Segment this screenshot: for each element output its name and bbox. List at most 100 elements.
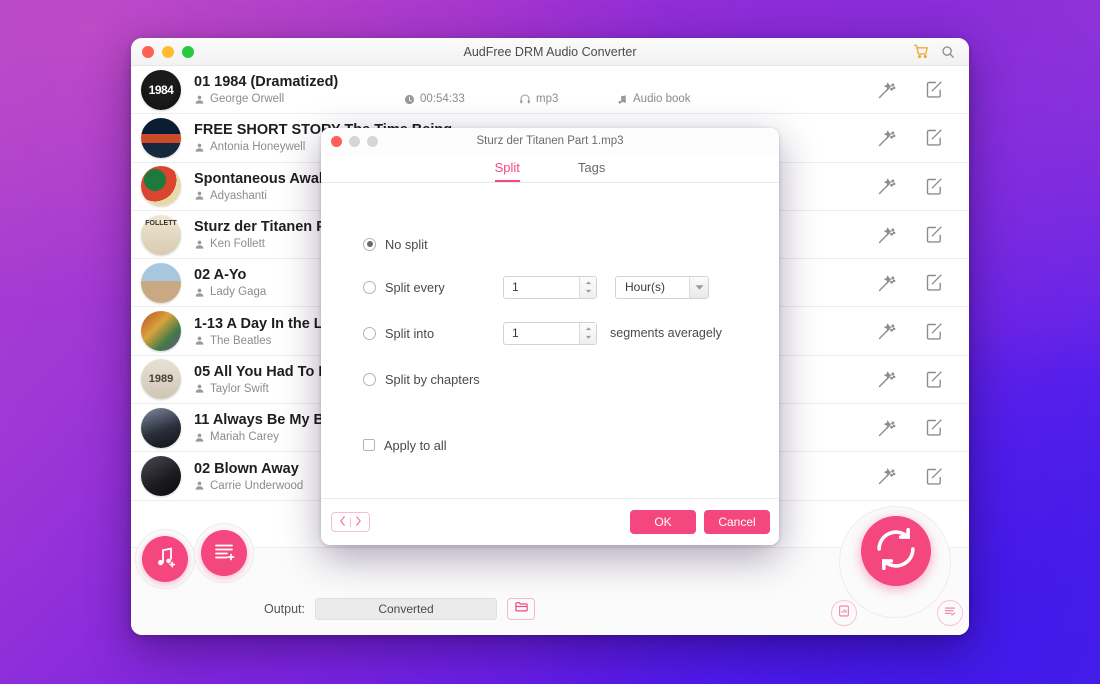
minimize-button[interactable] bbox=[162, 45, 174, 58]
option-split-by-chapters[interactable]: Split by chapters bbox=[363, 366, 779, 392]
edit-icon[interactable] bbox=[924, 127, 945, 148]
dialog-close-button[interactable] bbox=[331, 135, 342, 147]
output-label: Output: bbox=[264, 602, 305, 616]
edit-icon[interactable] bbox=[924, 176, 945, 197]
label-split-every: Split every bbox=[385, 279, 445, 295]
dialog-maximize-button bbox=[367, 135, 378, 147]
split-every-value: 1 bbox=[512, 280, 519, 294]
close-button[interactable] bbox=[142, 45, 154, 58]
edit-icon[interactable] bbox=[924, 224, 945, 245]
magic-wand-icon[interactable] bbox=[877, 466, 897, 486]
tab-split[interactable]: Split bbox=[494, 160, 520, 182]
track-artist: Taylor Swift bbox=[210, 382, 269, 395]
edit-icon[interactable] bbox=[924, 321, 945, 342]
magic-wand-icon[interactable] bbox=[877, 176, 897, 196]
magic-wand-icon[interactable] bbox=[877, 321, 897, 341]
chevron-left-icon[interactable] bbox=[339, 515, 346, 529]
split-every-unit-value: Hour(s) bbox=[625, 280, 666, 294]
dialog-action-buttons: OK Cancel bbox=[630, 510, 770, 534]
page-title: AudFree DRM Audio Converter bbox=[463, 44, 637, 59]
history-icon bbox=[837, 604, 851, 623]
split-into-stepper[interactable]: 1 bbox=[503, 321, 597, 345]
track-format: mp3 bbox=[536, 93, 559, 106]
track-info: 01 1984 (Dramatized) George Orwell 00:54… bbox=[194, 74, 877, 105]
track-duration-group: 00:54:33 bbox=[404, 93, 519, 105]
label-split-into: Split into bbox=[385, 325, 435, 341]
row-actions bbox=[877, 79, 969, 100]
convert-button[interactable] bbox=[861, 516, 931, 586]
label-no-split: No split bbox=[385, 236, 428, 252]
add-music-icon bbox=[153, 545, 177, 574]
album-art bbox=[141, 166, 181, 207]
option-split-into[interactable]: Split into 1 segments averagely bbox=[363, 320, 779, 346]
label-split-by-chapters: Split by chapters bbox=[385, 371, 480, 387]
magic-wand-icon[interactable] bbox=[877, 80, 897, 100]
radio-no-split[interactable] bbox=[363, 237, 376, 251]
magic-wand-icon[interactable] bbox=[877, 273, 897, 293]
edit-icon[interactable] bbox=[924, 272, 945, 293]
row-actions bbox=[877, 369, 969, 390]
maximize-button[interactable] bbox=[182, 45, 194, 58]
folder-icon bbox=[514, 599, 529, 619]
nav-divider bbox=[350, 517, 351, 527]
magic-wand-icon[interactable] bbox=[877, 225, 897, 245]
person-icon bbox=[194, 239, 205, 250]
cancel-button[interactable]: Cancel bbox=[704, 510, 770, 534]
track-artist: Mariah Carey bbox=[210, 431, 280, 444]
output-path-field[interactable]: Converted bbox=[315, 598, 497, 620]
search-icon[interactable] bbox=[941, 45, 955, 59]
cart-icon[interactable] bbox=[914, 44, 929, 59]
option-split-every[interactable]: Split every 1 Hour(s) bbox=[363, 274, 779, 300]
radio-split-every[interactable] bbox=[363, 280, 376, 294]
dialog-body: No split Split every 1 Hour(s) Split int… bbox=[321, 183, 779, 498]
album-art: 1989 bbox=[141, 359, 181, 400]
album-art bbox=[141, 407, 181, 448]
checkbox-apply-to-all[interactable] bbox=[363, 439, 375, 451]
split-into-value: 1 bbox=[512, 326, 519, 340]
row-actions bbox=[877, 466, 969, 487]
magic-wand-icon[interactable] bbox=[877, 128, 897, 148]
dialog-titlebar: Sturz der Titanen Part 1.mp3 bbox=[321, 128, 779, 154]
table-row[interactable]: 1984 01 1984 (Dramatized) George Orwell bbox=[131, 66, 969, 115]
history-button[interactable] bbox=[831, 600, 857, 626]
ok-button[interactable]: OK bbox=[630, 510, 696, 534]
album-art: FOLLETT bbox=[141, 214, 181, 255]
person-icon bbox=[194, 335, 205, 346]
row-actions bbox=[877, 176, 969, 197]
track-artist: Carrie Underwood bbox=[210, 479, 304, 492]
split-every-unit-select[interactable]: Hour(s) bbox=[615, 275, 709, 299]
track-title: 01 1984 (Dramatized) bbox=[194, 74, 339, 91]
chevron-right-icon[interactable] bbox=[355, 515, 362, 529]
headphones-icon bbox=[519, 93, 531, 105]
track-artist: Adyashanti bbox=[210, 189, 267, 202]
track-artist: The Beatles bbox=[210, 334, 272, 347]
clock-icon bbox=[404, 94, 415, 105]
edit-icon[interactable] bbox=[924, 79, 945, 100]
magic-wand-icon[interactable] bbox=[877, 369, 897, 389]
edit-icon[interactable] bbox=[924, 466, 945, 487]
chevron-down-icon bbox=[689, 276, 708, 298]
split-every-stepper[interactable]: 1 bbox=[503, 275, 597, 299]
tab-tags[interactable]: Tags bbox=[578, 160, 605, 182]
choose-folder-button[interactable] bbox=[507, 598, 535, 620]
row-actions bbox=[877, 321, 969, 342]
stepper-arrows-icon[interactable] bbox=[579, 322, 596, 344]
radio-split-by-chapters[interactable] bbox=[363, 372, 376, 386]
prev-next-control[interactable] bbox=[331, 512, 370, 532]
edit-icon[interactable] bbox=[924, 417, 945, 438]
option-no-split[interactable]: No split bbox=[363, 231, 779, 257]
add-music-button[interactable] bbox=[142, 536, 188, 582]
edit-icon[interactable] bbox=[924, 369, 945, 390]
track-type-group: Audio book bbox=[617, 93, 691, 105]
traffic-lights bbox=[131, 45, 194, 58]
list-settings-button[interactable] bbox=[937, 600, 963, 626]
option-apply-to-all[interactable]: Apply to all bbox=[363, 432, 779, 458]
add-playlist-button[interactable] bbox=[201, 530, 247, 576]
person-icon bbox=[194, 287, 205, 298]
magic-wand-icon[interactable] bbox=[877, 418, 897, 438]
stepper-arrows-icon[interactable] bbox=[579, 276, 596, 298]
track-artist: George Orwell bbox=[210, 93, 285, 106]
split-dialog: Sturz der Titanen Part 1.mp3 Split Tags … bbox=[321, 128, 779, 545]
radio-split-into[interactable] bbox=[363, 326, 376, 340]
album-art: 1984 bbox=[141, 69, 181, 110]
